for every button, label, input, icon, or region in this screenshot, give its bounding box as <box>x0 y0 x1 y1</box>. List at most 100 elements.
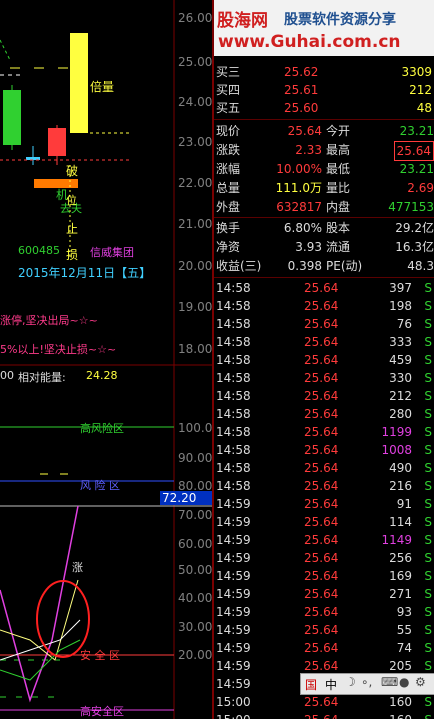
trade-row[interactable]: 14:59 25.64 93 S <box>214 603 434 621</box>
trade-volume: 216 <box>389 479 412 493</box>
quote-panel: 股海网 股票软件资源分享 www.Guhai.com.cn 买三 25.62 3… <box>214 0 434 719</box>
date-label: 2015年12月11日【五】 <box>18 266 152 280</box>
trade-price: 25.64 <box>304 335 339 349</box>
trade-row[interactable]: 14:58 25.64 459 S <box>214 351 434 369</box>
trade-row[interactable]: 14:58 25.64 490 S <box>214 459 434 477</box>
trade-row[interactable]: 14:59 25.64 114 S <box>214 513 434 531</box>
trade-row[interactable]: 14:59 25.64 55 S <box>214 621 434 639</box>
stat2-row: 收益(三) 0.398 PE(动) 48.3 <box>214 257 434 275</box>
bid-row: 买四 25.61 212 <box>214 81 434 99</box>
trade-price: 25.64 <box>304 407 339 421</box>
trade-row[interactable]: 14:59 25.64 271 S <box>214 585 434 603</box>
bid-price: 25.61 <box>284 83 319 97</box>
trade-price: 25.64 <box>304 281 339 295</box>
trade-time: 14:58 <box>216 443 251 457</box>
trade-price: 25.64 <box>304 587 339 601</box>
ime-keyboard-icon[interactable]: ⌨ <box>381 675 398 689</box>
stat-label: 最低 <box>326 162 351 176</box>
trade-row[interactable]: 14:59 25.64 74 S <box>214 639 434 657</box>
ime-punct-icon[interactable]: ∘, <box>361 675 372 689</box>
trade-time: 14:58 <box>216 371 251 385</box>
trade-time: 14:59 <box>216 551 251 565</box>
indicator-tick: 30.00 <box>178 620 212 634</box>
trade-row[interactable]: 14:58 25.64 1199 S <box>214 423 434 441</box>
trade-price: 25.64 <box>304 299 339 313</box>
msg-sell: 涨停,坚决出局~☆~ <box>0 314 98 327</box>
ime-moon-icon[interactable]: ☽ <box>345 675 356 689</box>
watermark-logo: 股海网 <box>217 11 268 31</box>
trade-row[interactable]: 14:58 25.64 76 S <box>214 315 434 333</box>
ime-settings-icon[interactable]: ⚙ <box>415 675 426 689</box>
price-tick: 21.00 <box>178 217 212 231</box>
stat-label: 内盘 <box>326 200 351 214</box>
highlight-circle <box>36 580 90 658</box>
stat-value: 25.64 <box>287 124 322 138</box>
trade-price: 25.64 <box>304 711 338 719</box>
trade-row[interactable]: 14:59 25.64 256 S <box>214 549 434 567</box>
stat-row: 现价 25.64 今开 23.21 <box>214 122 434 140</box>
trade-volume: 397 <box>389 281 412 295</box>
trade-price: 25.64 <box>304 533 339 547</box>
trade-volume: 160 <box>389 711 412 719</box>
trade-time: 14:58 <box>216 353 251 367</box>
watermark-banner: 股海网 股票软件资源分享 www.Guhai.com.cn <box>214 0 434 56</box>
stat-label: 总量 <box>216 181 241 195</box>
stat2-row: 换手 6.80% 股本 29.2亿 <box>214 219 434 237</box>
trade-row[interactable]: 14:59 25.64 91 S <box>214 495 434 513</box>
trade-time: 14:59 <box>216 533 251 547</box>
trade-row[interactable]: 14:58 25.64 280 S <box>214 405 434 423</box>
indicator-title: 相对能量: <box>18 371 66 384</box>
trade-time: 14:59 <box>216 569 251 583</box>
trade-row[interactable]: 15:00 25.64 160 S <box>214 711 434 719</box>
indicator-tick: 20.00 <box>178 648 212 662</box>
bid-price: 25.62 <box>284 65 319 79</box>
trade-time: 14:59 <box>216 497 251 511</box>
stat-label: 收益(三) <box>216 259 262 273</box>
candle-red <box>48 128 66 156</box>
bid-volume: 212 <box>409 83 432 97</box>
watermark-slogan: 股票软件资源分享 <box>284 12 396 28</box>
trade-volume: 1149 <box>381 533 412 547</box>
stat-value: 23.21 <box>399 124 434 138</box>
ime-mode-toggle[interactable]: 中 <box>325 676 337 693</box>
stat-value: 111.0万 <box>275 181 322 195</box>
trade-row[interactable]: 14:58 25.64 333 S <box>214 333 434 351</box>
trade-time: 14:59 <box>216 641 251 655</box>
bid-label: 买四 <box>216 83 241 97</box>
trade-price: 25.64 <box>304 479 339 493</box>
price-tick: 23.00 <box>178 135 212 149</box>
indicator-tick: 100.0 <box>178 421 212 435</box>
trade-row[interactable]: 14:58 25.64 212 S <box>214 387 434 405</box>
trade-side: S <box>424 407 432 421</box>
trade-row[interactable]: 15:00 25.64 160 S <box>214 693 434 711</box>
ime-logo-icon[interactable]: 国 <box>305 676 317 693</box>
trade-price: 25.64 <box>304 623 339 637</box>
bid-volume: 48 <box>416 101 432 115</box>
trade-row[interactable]: 14:58 25.64 216 S <box>214 477 434 495</box>
ime-user-icon[interactable]: ● <box>399 675 409 689</box>
trade-side: S <box>424 551 432 565</box>
trade-row[interactable]: 14:59 25.64 169 S <box>214 567 434 585</box>
trade-volume: 330 <box>389 371 412 385</box>
stat-value: 2.69 <box>407 181 434 195</box>
trade-volume: 333 <box>389 335 412 349</box>
trade-volume: 198 <box>389 299 412 313</box>
ime-toolbar[interactable]: 国 中 ☽ ∘, ⌨ ● ⚙ <box>300 673 434 695</box>
trade-time: 14:58 <box>216 299 251 313</box>
trade-side: S <box>424 711 432 719</box>
bid-label: 买三 <box>216 65 241 79</box>
trade-row[interactable]: 14:58 25.64 1008 S <box>214 441 434 459</box>
trade-time: 14:58 <box>216 425 251 439</box>
trade-row[interactable]: 14:59 25.64 1149 S <box>214 531 434 549</box>
watermark-url: www.Guhai.com.cn <box>218 32 401 52</box>
stat-label: 涨幅 <box>216 162 241 176</box>
trade-side: S <box>424 605 432 619</box>
kline-chart-panel[interactable]: 26.00 25.00 24.00 23.00 22.00 21.00 20.0… <box>0 0 212 719</box>
trade-time: 14:58 <box>216 407 251 421</box>
trade-row[interactable]: 14:58 25.64 397 S <box>214 279 434 297</box>
trade-row[interactable]: 14:58 25.64 198 S <box>214 297 434 315</box>
trade-volume: 459 <box>389 353 412 367</box>
trade-price: 25.64 <box>304 551 339 565</box>
trade-row[interactable]: 14:58 25.64 330 S <box>214 369 434 387</box>
trade-price: 25.64 <box>304 605 339 619</box>
